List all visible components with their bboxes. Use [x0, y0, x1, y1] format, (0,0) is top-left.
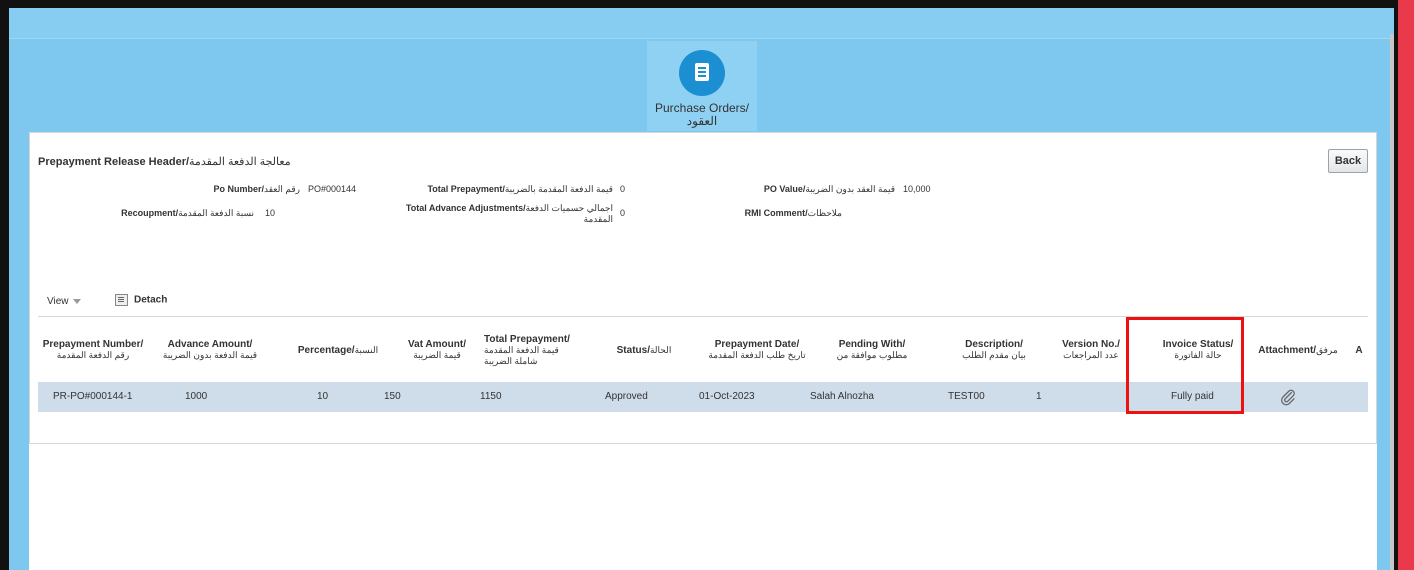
detach-button[interactable]: Detach: [115, 294, 167, 306]
page-title: Prepayment Release Header/معالجة الدفعة …: [38, 155, 291, 168]
cell-status: Approved: [605, 391, 648, 402]
col-prepayment-date[interactable]: Prepayment Date/تاريخ طلب الدفعة المقدمة: [702, 317, 812, 383]
back-button[interactable]: Back: [1328, 149, 1368, 173]
col-vat-amount[interactable]: Vat Amount/قيمة الضريبة: [382, 317, 492, 383]
col-status[interactable]: Status/الحالة: [594, 317, 694, 383]
col-label: Vat Amount/: [408, 339, 466, 350]
page-title-en: Prepayment Release Header/: [38, 156, 190, 168]
page-title-ar: معالجة الدفعة المقدمة: [189, 156, 291, 168]
view-menu-label: View: [47, 296, 69, 307]
col-prepayment-number[interactable]: Prepayment Number/رقم الدفعة المقدمة: [38, 317, 148, 383]
col-label-ar: بيان مقدم الطلب: [962, 350, 1026, 360]
po-value-value: 10,000: [903, 184, 931, 194]
recoupment-label: Recoupment/: [121, 208, 179, 218]
col-label-ar: قيمة الضريبة: [413, 350, 461, 360]
scrollbar[interactable]: [1390, 34, 1394, 570]
recoupment-label-ar: نسبة الدفعة المقدمة: [178, 208, 254, 218]
cell-percentage: 10: [317, 391, 329, 402]
total-prepayment-label: Total Prepayment/: [427, 184, 505, 194]
total-adjustments-label-ar: اجمالي حسميات الدفعة المقدمة: [525, 203, 613, 224]
col-label-ar: مرفق: [1316, 344, 1338, 355]
col-label-ar: رقم الدفعة المقدمة: [56, 350, 130, 360]
col-label-ar: الحالة: [649, 344, 672, 355]
po-number-label: Po Number/: [213, 184, 264, 194]
total-prepayment-value: 0: [620, 184, 626, 194]
cell-advance-amount: 1000: [185, 391, 208, 402]
app-area: Purchase Orders/العقود Prepayment Releas…: [9, 8, 1394, 570]
col-version-no[interactable]: Version No./عدد المراجعات: [1044, 317, 1138, 383]
col-label: A: [1355, 344, 1363, 356]
col-advance-amount[interactable]: Advance Amount/قيمة الدفعة بدون الضريبة: [150, 317, 270, 383]
col-total-prepayment[interactable]: Total Prepayment/قيمة الدفعة المقدمة شام…: [484, 317, 584, 383]
main-panel: Prepayment Release Header/معالجة الدفعة …: [29, 132, 1377, 570]
po-value-label-ar: قيمة العقد بدون الضريبة: [805, 184, 895, 194]
po-number-value: PO#000144: [308, 184, 357, 194]
cell-vat-amount: 150: [384, 391, 401, 402]
cell-total-prepayment: 1150: [480, 391, 502, 402]
rmi-comment-label: RMI Comment/: [744, 208, 808, 218]
cell-version-no: 1: [1036, 391, 1042, 402]
total-prepayment-label-ar: قيمة الدفعة المقدمة بالضريبة: [504, 184, 613, 194]
po-number-label-ar: رقم العقد: [264, 184, 300, 194]
col-label: Percentage/: [297, 344, 355, 356]
top-strip: [9, 8, 1394, 39]
col-label: Attachment/: [1258, 344, 1317, 356]
document-icon: [679, 50, 725, 96]
springboard-label: Purchase Orders/العقود: [654, 101, 750, 128]
cell-description: TEST00: [948, 391, 985, 402]
paperclip-icon[interactable]: [1279, 388, 1297, 406]
cell-pending-with: Salah Alnozha: [810, 391, 874, 402]
col-label-ar: مطلوب موافقة من: [836, 350, 908, 360]
window-frame: Purchase Orders/العقود Prepayment Releas…: [0, 0, 1398, 570]
col-label-ar: قيمة الدفعة المقدمة شاملة الضريبة: [484, 344, 559, 366]
col-label-ar: تاريخ طلب الدفعة المقدمة: [708, 350, 806, 360]
chevron-down-icon: [72, 298, 81, 304]
col-label: Version No./: [1062, 339, 1120, 350]
col-label-ar: عدد المراجعات: [1063, 350, 1119, 360]
view-menu[interactable]: View: [47, 296, 81, 307]
po-value-label: PO Value/: [763, 184, 806, 194]
col-label: Status/: [616, 344, 650, 356]
table-header: Prepayment Number/رقم الدفعة المقدمة Adv…: [38, 316, 1368, 383]
col-pending-with[interactable]: Pending With/مطلوب موافقة من: [802, 317, 942, 383]
col-label: Total Prepayment/: [484, 333, 570, 345]
col-label: Pending With/: [838, 339, 906, 350]
col-label: Prepayment Number/: [42, 339, 144, 350]
table-row[interactable]: PR-PO#000144-1 1000 10 150 1150 Approved…: [38, 382, 1368, 412]
total-adjustments-label: Total Advance Adjustments/: [405, 203, 526, 213]
col-label: Description/: [965, 339, 1023, 350]
col-label: Prepayment Date/: [714, 339, 800, 350]
rmi-comment-label-ar: ملاحظات: [807, 208, 842, 218]
col-label-ar: قيمة الدفعة بدون الضريبة: [162, 350, 258, 360]
detach-icon: [115, 294, 128, 306]
recoupment-value: 10: [265, 208, 276, 218]
col-description[interactable]: Description/بيان مقدم الطلب: [934, 317, 1054, 383]
col-a[interactable]: A: [1350, 317, 1368, 383]
col-label-ar: حالة الفاتورة: [1174, 350, 1222, 360]
cell-prepayment-number: PR-PO#000144-1: [53, 391, 133, 402]
cell-invoice-status: Fully paid: [1171, 391, 1214, 402]
detach-label: Detach: [134, 294, 168, 306]
col-invoice-status[interactable]: Invoice Status/حالة الفاتورة: [1138, 317, 1258, 383]
cell-prepayment-date: 01-Oct-2023: [699, 391, 755, 402]
total-adjustments-value: 0: [620, 208, 626, 218]
springboard-purchase-orders[interactable]: Purchase Orders/العقود: [647, 41, 757, 131]
header-region: Prepayment Release Header/معالجة الدفعة …: [29, 132, 1377, 444]
col-label-ar: النسبة: [354, 344, 379, 355]
col-label: Advance Amount/: [167, 339, 253, 350]
col-label: Invoice Status/: [1162, 339, 1234, 350]
col-attachment[interactable]: Attachment/مرفق: [1248, 317, 1348, 383]
